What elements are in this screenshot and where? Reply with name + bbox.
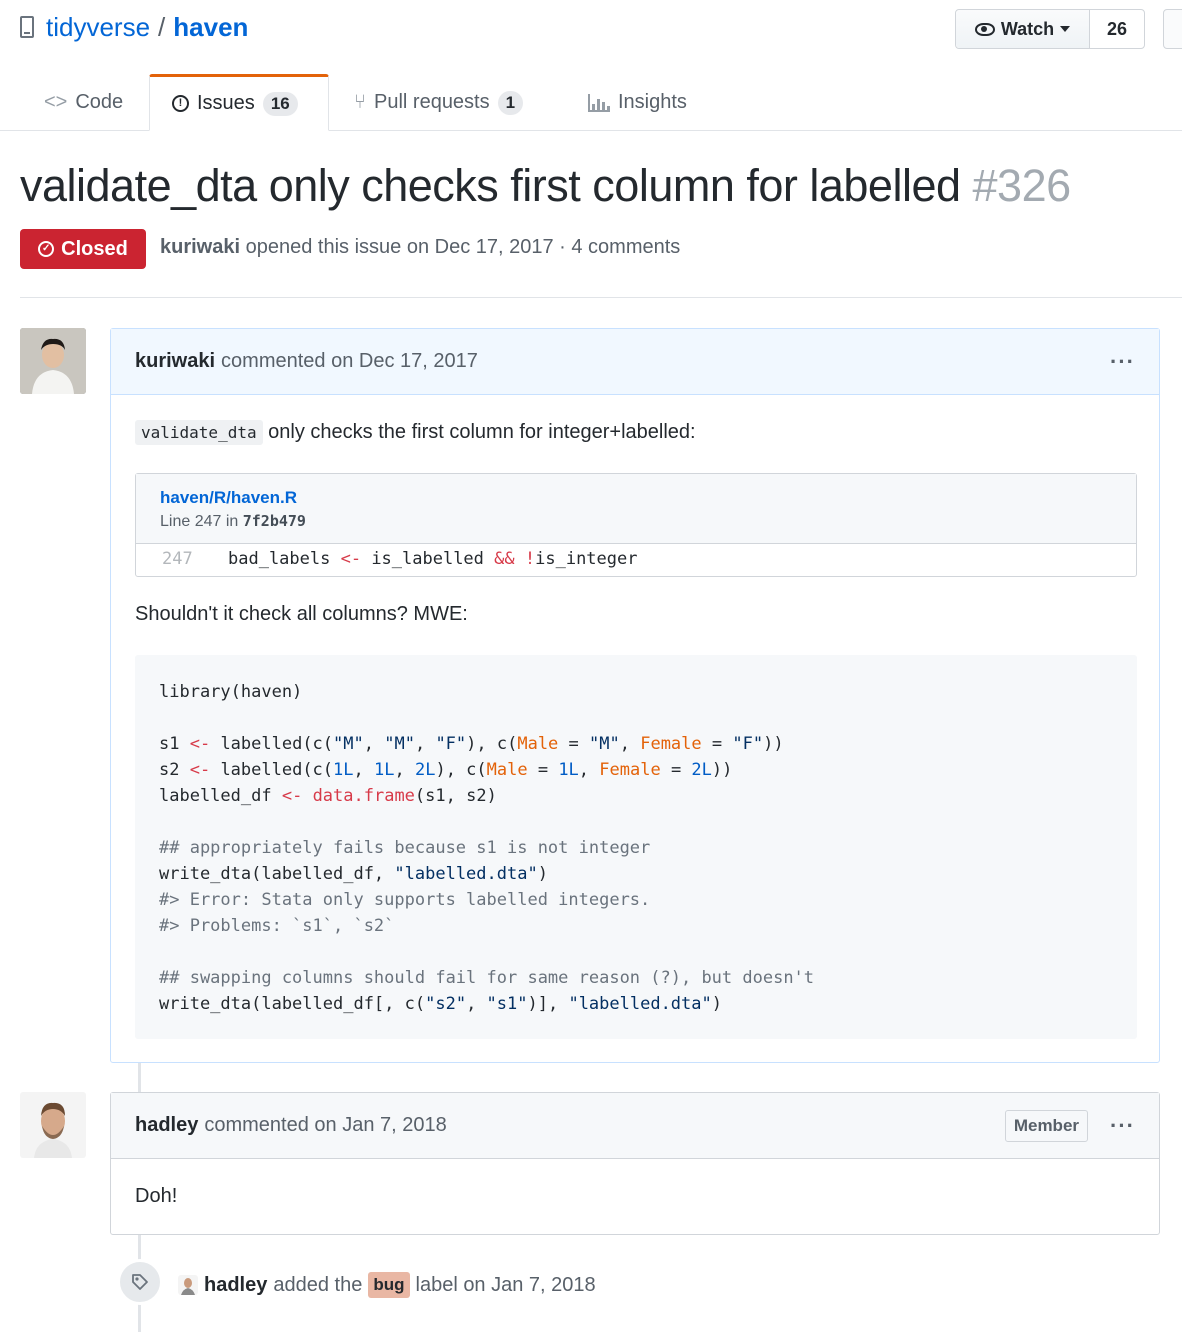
line-number[interactable]: 247 (136, 549, 228, 569)
tab-pull-requests[interactable]: ⑂ Pull requests 1 (354, 74, 524, 131)
comment-timestamp[interactable]: commented on Dec 17, 2017 (221, 350, 478, 373)
bug-label[interactable]: bug (368, 1272, 410, 1298)
permalink-file-link[interactable]: haven/R/haven.R (160, 488, 1112, 508)
chevron-down-icon (1060, 26, 1071, 32)
comment-kuriwaki: kuriwaki commented on Dec 17, 2017 ··· v… (110, 328, 1160, 1063)
issue-title-text: validate_dta only checks first column fo… (20, 160, 961, 211)
tab-issues[interactable]: ! Issues 16 (149, 74, 329, 131)
watch-label: Watch (1000, 18, 1055, 39)
code-line: s1 <- labelled(c("M", "M", "F"), c(Male … (159, 734, 784, 754)
tab-issues-label: Issues (197, 92, 255, 114)
comment-header: hadley commented on Jan 7, 2018 Member ·… (111, 1093, 1159, 1159)
star-button[interactable] (1163, 9, 1182, 49)
issue-state-label: Closed (61, 237, 128, 260)
tag-icon (132, 1274, 148, 1290)
comment-body: Doh! (135, 1185, 178, 1207)
code-line: ## swapping columns should fail for same… (159, 968, 815, 988)
more-options-icon[interactable]: ··· (1110, 349, 1135, 375)
code-line: write_dta(labelled_df, "labelled.dta") (159, 864, 548, 884)
more-options-icon[interactable]: ··· (1110, 1113, 1135, 1139)
code-line: write_dta(labelled_df[, c("s2", "s1")], … (159, 994, 722, 1014)
comment-author-link[interactable]: hadley (135, 1114, 198, 1137)
member-badge: Member (1004, 1109, 1089, 1142)
avatar-hadley[interactable] (20, 1092, 86, 1158)
code-icon: <> (44, 91, 68, 113)
pull-requests-counter: 1 (497, 90, 524, 115)
tab-code-label: Code (75, 91, 124, 113)
comment-author-link[interactable]: kuriwaki (135, 350, 215, 373)
issue-number: #326 (972, 160, 1072, 211)
intro-text: only checks the first column for integer… (268, 421, 696, 443)
avatar-hadley-small[interactable] (178, 1275, 198, 1295)
tab-insights-label: Insights (618, 91, 687, 113)
issue-title: validate_dta only checks first column fo… (20, 160, 1071, 212)
timeline-connector (138, 1062, 141, 1092)
comment-intro: validate_dta only checks the first colum… (135, 420, 696, 445)
line-prefix: Line 247 in (160, 513, 239, 530)
code-line: library(haven) (159, 682, 303, 702)
permalink-line-info: Line 247 in 7f2b479 (160, 512, 1112, 531)
event-actor-link[interactable]: hadley (204, 1274, 267, 1297)
comment-hadley: hadley commented on Jan 7, 2018 Member ·… (110, 1092, 1160, 1235)
code-line: #> Error: Stata only supports labelled i… (159, 890, 651, 910)
repo-icon (20, 16, 34, 38)
code-line: labelled_df <- data.frame(s1, s2) (159, 786, 497, 806)
issue-meta-text: opened this issue on Dec 17, 2017 · 4 co… (245, 236, 681, 258)
repo-name-link[interactable]: haven (173, 12, 248, 43)
code-block: library(haven) s1 <- labelled(c("M", "M",… (135, 655, 1137, 1039)
commit-sha-link[interactable]: 7f2b479 (243, 512, 306, 530)
comment-header: kuriwaki commented on Dec 17, 2017 ··· (111, 329, 1159, 395)
code-line: ## appropriately fails because s1 is not… (159, 838, 651, 858)
repo-separator: / (158, 11, 166, 42)
graph-icon (588, 93, 610, 112)
label-event: hadley added the bug label on Jan 7, 201… (178, 1272, 596, 1298)
watch-count[interactable]: 26 (1090, 10, 1144, 48)
watch-group: Watch 26 (955, 9, 1145, 49)
watch-button[interactable]: Watch (956, 10, 1090, 48)
comment-timestamp[interactable]: commented on Jan 7, 2018 (204, 1114, 446, 1137)
permalink-code-line: 247 bad_labels <- is_labelled && !is_int… (136, 544, 1136, 574)
issue-meta: kuriwaki opened this issue on Dec 17, 20… (160, 236, 680, 259)
issue-closed-icon: ✓ (38, 241, 55, 257)
repo-header: tidyverse / haven (20, 10, 248, 44)
permalink-code: bad_labels <- is_labelled && !is_integer (228, 549, 638, 569)
event-badge (117, 1259, 163, 1305)
code-line: #> Problems: `s1`, `s2` (159, 916, 395, 936)
issues-counter: 16 (262, 91, 298, 116)
issue-author-link[interactable]: kuriwaki (160, 236, 240, 258)
repo-owner-link[interactable]: tidyverse (46, 12, 150, 43)
eye-icon (974, 22, 995, 36)
tab-pull-requests-label: Pull requests (374, 91, 490, 113)
inline-code: validate_dta (135, 420, 263, 445)
tab-code[interactable]: <> Code (44, 74, 123, 131)
pull-request-icon: ⑂ (354, 91, 366, 113)
permalink-header: haven/R/haven.R Line 247 in 7f2b479 (136, 474, 1136, 544)
comment-question: Shouldn't it check all columns? MWE: (135, 603, 468, 625)
code-line: s2 <- labelled(c(1L, 1L, 2L), c(Male = 1… (159, 760, 733, 780)
code-permalink: haven/R/haven.R Line 247 in 7f2b479 247 … (135, 473, 1137, 577)
issue-state-badge: ✓ Closed (20, 229, 146, 269)
avatar-kuriwaki[interactable] (20, 328, 86, 394)
header-divider (20, 297, 1182, 298)
issue-icon: ! (172, 95, 189, 112)
event-tail: label on Jan 7, 2018 (415, 1273, 596, 1296)
event-action: added the (273, 1273, 363, 1296)
tab-insights[interactable]: Insights (588, 74, 687, 131)
